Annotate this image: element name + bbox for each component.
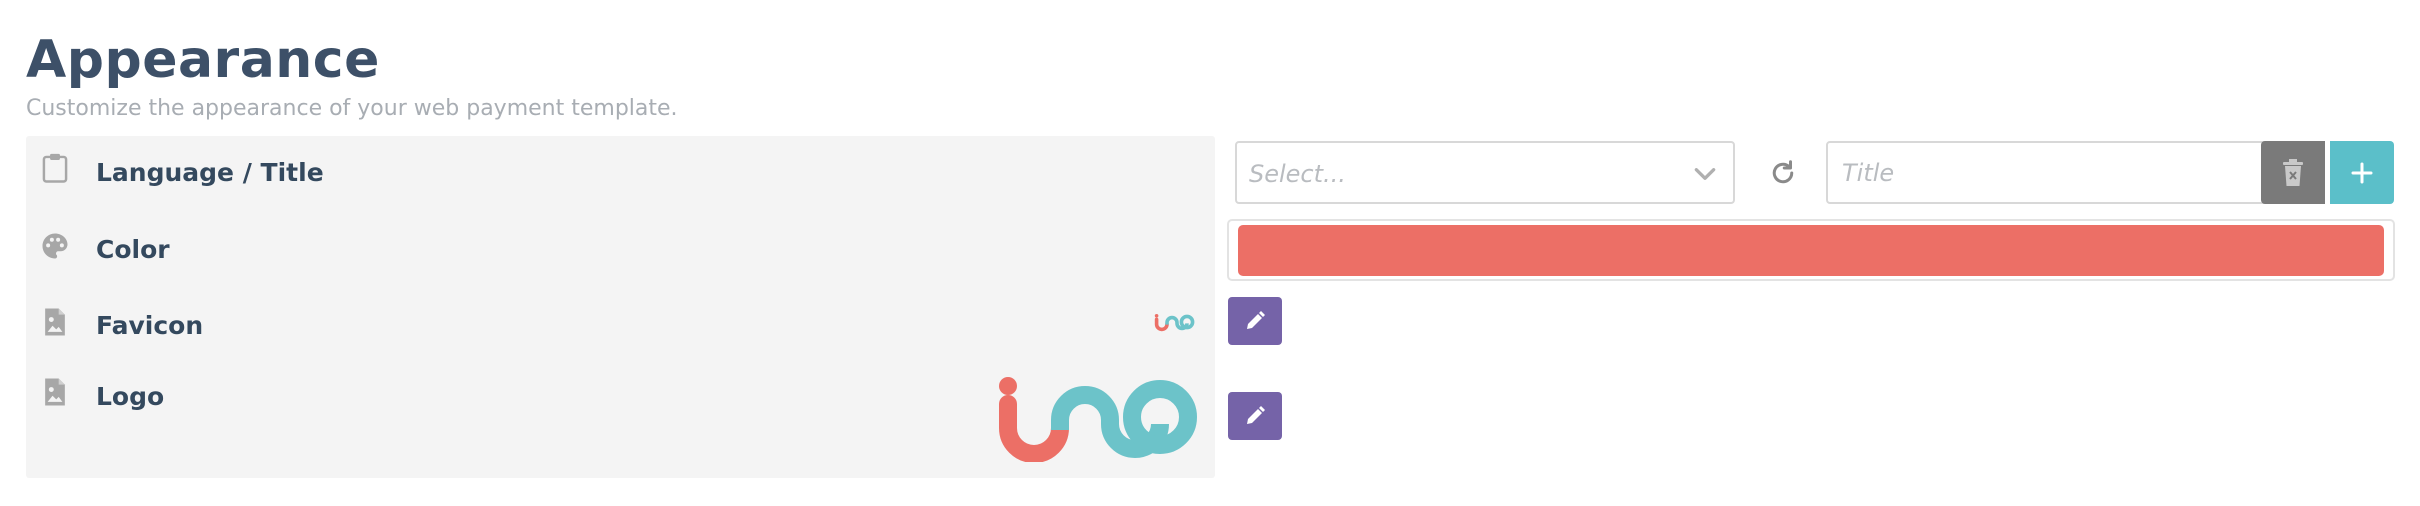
clipboard-icon: [42, 153, 68, 183]
color-swatch[interactable]: [1238, 225, 2384, 276]
favicon-preview: [1154, 314, 1195, 332]
pencil-icon: [1247, 311, 1265, 329]
color-picker[interactable]: [1227, 219, 2395, 281]
image-file-icon: [45, 308, 65, 336]
logo-preview: [999, 377, 1197, 462]
page-title: Appearance: [26, 30, 380, 90]
title-input[interactable]: [1826, 141, 2266, 204]
row-label-logo: Logo: [96, 382, 165, 411]
refresh-icon[interactable]: [1768, 158, 1798, 188]
row-label-color: Color: [96, 235, 170, 264]
row-label-favicon: Favicon: [96, 311, 204, 340]
chevron-down-icon[interactable]: [1691, 161, 1719, 187]
edit-logo-button[interactable]: [1228, 392, 1282, 440]
row-label-language-title: Language / Title: [96, 158, 324, 187]
plus-icon: [2351, 162, 2373, 183]
image-file-icon: [45, 378, 65, 406]
language-select[interactable]: Select...: [1235, 141, 1735, 204]
trash-icon: [2283, 158, 2303, 186]
delete-title-button[interactable]: [2261, 141, 2325, 204]
page-subtitle: Customize the appearance of your web pay…: [26, 96, 678, 121]
language-select-placeholder: Select...: [1249, 160, 1346, 188]
palette-icon: [42, 233, 68, 259]
edit-favicon-button[interactable]: [1228, 297, 1282, 345]
pencil-icon: [1247, 406, 1265, 424]
add-title-button[interactable]: [2330, 141, 2394, 204]
